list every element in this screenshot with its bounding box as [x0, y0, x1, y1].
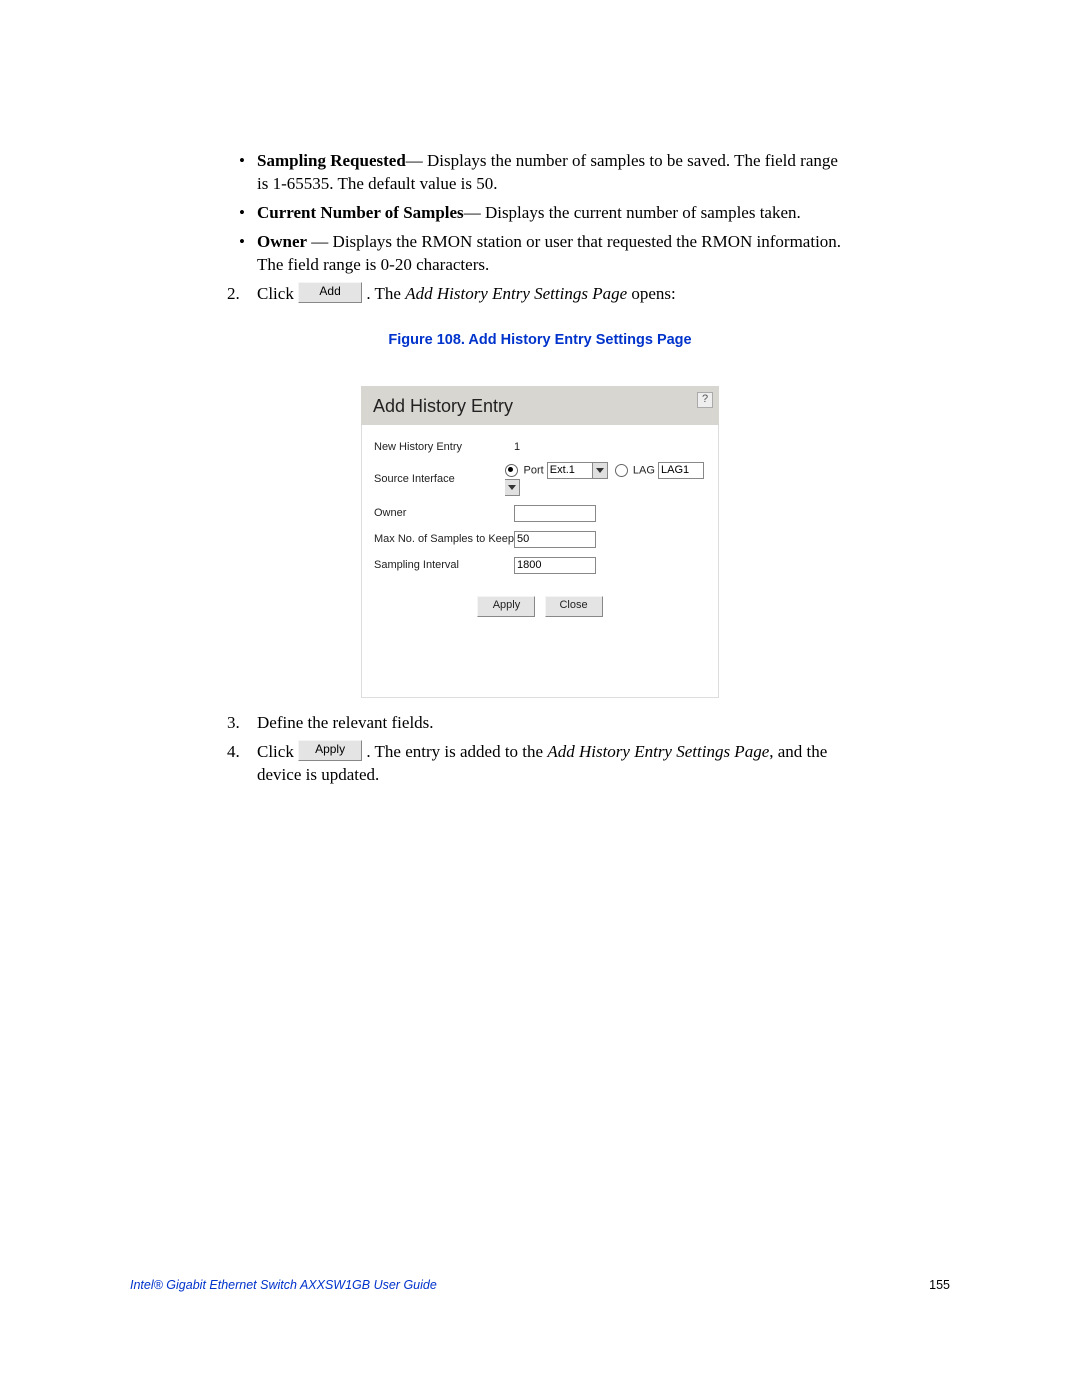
bullet-current-samples: • Current Number of Samples— Displays th… [235, 202, 845, 225]
row-owner: Owner [374, 505, 706, 522]
bullet-text: Owner — Displays the RMON station or use… [257, 231, 845, 277]
bullet-desc: — Displays the RMON station or user that… [257, 232, 841, 274]
bullet-marker: • [239, 150, 257, 196]
step-3: 3. Define the relevant fields. [235, 712, 845, 735]
input-owner[interactable] [514, 505, 596, 522]
bullet-marker: • [239, 202, 257, 225]
chevron-down-icon[interactable] [593, 462, 608, 479]
step-text: Click Add . The Add History Entry Settin… [257, 283, 845, 306]
dialog-buttons: Apply Close [374, 596, 706, 617]
add-history-dialog: Add History Entry ? New History Entry 1 … [361, 386, 719, 698]
value-new-history-entry: 1 [514, 441, 520, 453]
close-button[interactable]: Close [545, 596, 603, 617]
step-text: Define the relevant fields. [257, 712, 845, 735]
step-4: 4. Click Apply . The entry is added to t… [235, 741, 845, 787]
label-max-samples: Max No. of Samples to Keep [374, 533, 514, 545]
select-port[interactable] [547, 462, 593, 479]
row-source-interface: Source Interface Port LAG [374, 462, 706, 496]
label-lag: LAG [633, 464, 655, 476]
page-number: 155 [929, 1278, 950, 1292]
select-lag[interactable] [658, 462, 704, 479]
bullet-text: Current Number of Samples— Displays the … [257, 202, 845, 225]
bullet-text: Sampling Requested— Displays the number … [257, 150, 845, 196]
text-frag: Click [257, 284, 298, 303]
text-frag: . The [366, 284, 405, 303]
page-body: • Sampling Requested— Displays the numbe… [0, 0, 1080, 786]
bullet-label: Current Number of Samples [257, 203, 464, 222]
page-ref: Add History Entry Settings Page [547, 742, 769, 761]
apply-button-inline[interactable]: Apply [298, 740, 362, 761]
radio-port[interactable] [505, 464, 518, 477]
bullet-desc: — Displays the current number of samples… [464, 203, 801, 222]
input-max-samples[interactable] [514, 531, 596, 548]
text-frag: opens: [627, 284, 676, 303]
label-port: Port [524, 464, 544, 476]
label-owner: Owner [374, 507, 514, 519]
row-new-history-entry: New History Entry 1 [374, 441, 706, 453]
step-number: 2. [227, 283, 257, 306]
text-frag: . The entry is added to the [366, 742, 547, 761]
label-new-history-entry: New History Entry [374, 441, 514, 453]
input-sampling-interval[interactable] [514, 557, 596, 574]
row-sampling-interval: Sampling Interval [374, 557, 706, 574]
page-ref: Add History Entry Settings Page [405, 284, 627, 303]
dialog-body: New History Entry 1 Source Interface Por… [361, 425, 719, 698]
bullet-sampling-requested: • Sampling Requested— Displays the numbe… [235, 150, 845, 196]
footer-guide-title: Intel® Gigabit Ethernet Switch AXXSW1GB … [130, 1278, 437, 1292]
row-max-samples: Max No. of Samples to Keep [374, 531, 706, 548]
dialog-title: Add History Entry [373, 396, 513, 416]
bullet-marker: • [239, 231, 257, 277]
radio-lag[interactable] [615, 464, 628, 477]
dialog-header: Add History Entry ? [361, 386, 719, 425]
step-text: Click Apply . The entry is added to the … [257, 741, 845, 787]
page-footer: Intel® Gigabit Ethernet Switch AXXSW1GB … [130, 1278, 950, 1292]
help-icon[interactable]: ? [697, 392, 713, 408]
apply-button[interactable]: Apply [477, 596, 535, 617]
figure-caption: Figure 108. Add History Entry Settings P… [235, 332, 845, 348]
bullet-label: Owner [257, 232, 307, 251]
bullet-owner: • Owner — Displays the RMON station or u… [235, 231, 845, 277]
text-frag: Click [257, 742, 298, 761]
step-number: 4. [227, 741, 257, 764]
label-sampling-interval: Sampling Interval [374, 559, 514, 571]
step-number: 3. [227, 712, 257, 735]
add-button[interactable]: Add [298, 282, 362, 303]
step-2: 2. Click Add . The Add History Entry Set… [235, 283, 845, 306]
source-interface-controls: Port LAG [505, 462, 706, 496]
bullet-label: Sampling Requested [257, 151, 406, 170]
chevron-down-icon[interactable] [505, 479, 520, 496]
label-source-interface: Source Interface [374, 473, 505, 485]
